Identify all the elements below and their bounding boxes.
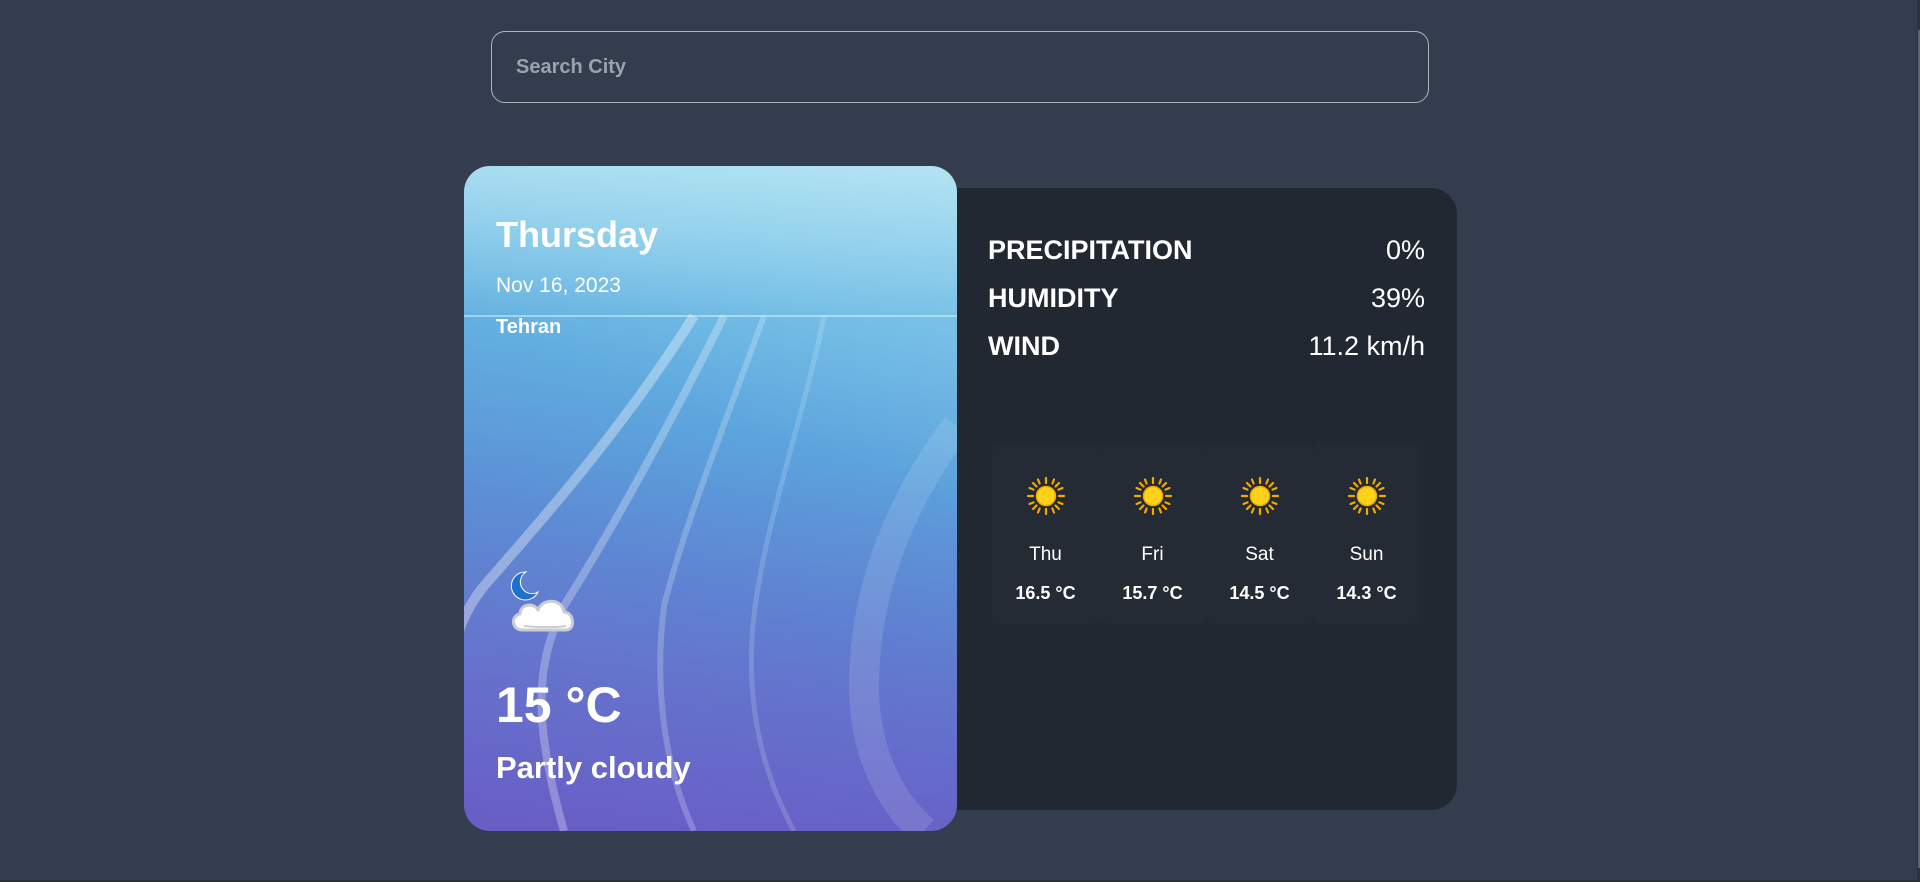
wind-value: 11.2 km/h <box>1308 331 1425 361</box>
forecast-day-temp: 15.7 °C <box>1122 583 1183 603</box>
current-date: Nov 16, 2023 <box>496 274 621 297</box>
current-condition: Partly cloudy <box>496 750 691 785</box>
sun-icon <box>1026 476 1066 516</box>
current-weather-card: Thursday Nov 16, 2023 Tehran 15 °C Partl… <box>464 166 957 831</box>
forecast-day-temp: 16.5 °C <box>1015 583 1076 603</box>
sun-icon <box>1240 476 1280 516</box>
forecast-day[interactable]: Sun 14.3 °C <box>1313 444 1420 624</box>
forecast-day[interactable]: Fri 15.7 °C <box>1099 444 1206 624</box>
humidity-row: HUMIDITY 39% <box>988 283 1425 314</box>
forecast-day[interactable]: Thu 16.5 °C <box>992 444 1099 624</box>
current-temperature: 15 °C <box>496 677 622 733</box>
forecast-list: Thu 16.5 °C Fri 15.7 °C Sat 14.5 °C Sun … <box>992 444 1420 624</box>
weather-app: PRECIPITATION 0% HUMIDITY 39% WIND 11.2 … <box>0 0 1920 882</box>
precipitation-row: PRECIPITATION 0% <box>988 235 1425 266</box>
current-city: Tehran <box>496 316 562 338</box>
sun-icon <box>1133 476 1173 516</box>
wind-label: WIND <box>988 331 1060 361</box>
forecast-day-name: Sat <box>1245 544 1274 565</box>
precipitation-value: 0% <box>1385 235 1425 265</box>
night-cloud-icon <box>510 571 574 632</box>
forecast-day-temp: 14.5 °C <box>1229 583 1290 603</box>
details-panel: PRECIPITATION 0% HUMIDITY 39% WIND 11.2 … <box>930 188 1457 810</box>
search-box[interactable] <box>491 31 1429 103</box>
forecast-day-temp: 14.3 °C <box>1336 583 1397 603</box>
humidity-label: HUMIDITY <box>988 283 1119 313</box>
precipitation-label: PRECIPITATION <box>988 235 1193 265</box>
forecast-day[interactable]: Sat 14.5 °C <box>1206 444 1313 624</box>
current-day: Thursday <box>496 214 659 255</box>
humidity-value: 39% <box>1370 283 1425 313</box>
forecast-day-name: Fri <box>1141 544 1164 565</box>
forecast-day-name: Thu <box>1029 544 1062 565</box>
forecast-day-name: Sun <box>1349 544 1384 565</box>
search-input[interactable] <box>492 32 1428 102</box>
wind-row: WIND 11.2 km/h <box>988 331 1425 362</box>
sun-icon <box>1347 476 1387 516</box>
